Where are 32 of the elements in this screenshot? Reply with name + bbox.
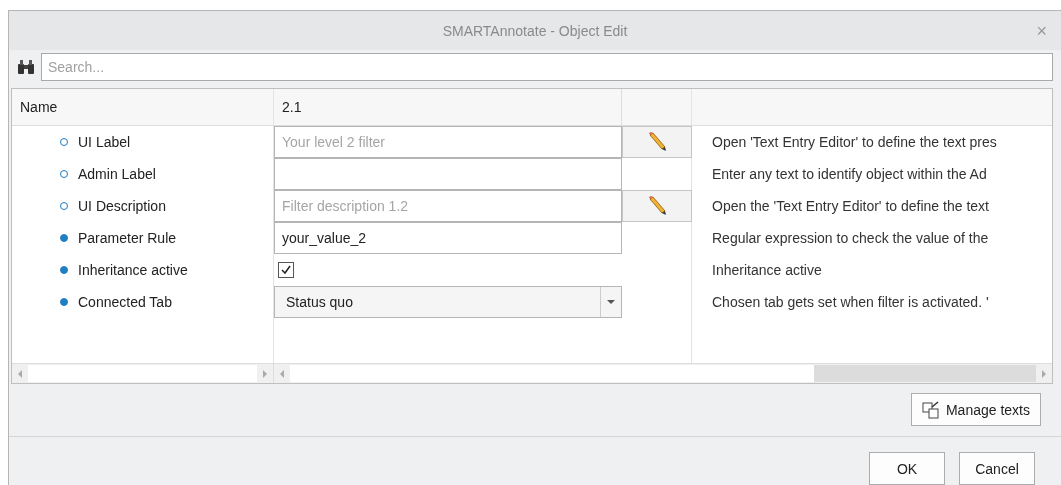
column-header: Name [12,89,274,126]
window-title: SMARTAnnotate - Object Edit [442,22,628,39]
description-text: Inheritance active [711,261,823,281]
ok-button[interactable]: OK [869,452,945,485]
edit-button[interactable] [622,190,692,223]
pencil-icon [646,132,668,153]
description-text: Open 'Text Entry Editor' to define the text pres [711,133,998,153]
binoculars-icon [17,59,35,76]
checkbox[interactable] [278,262,294,279]
description-text: Enter any text to identify object within the Ad [711,165,988,185]
cancel-button[interactable]: Cancel [959,452,1035,485]
description-text: Regular expression to check the value of the [711,229,990,249]
input-field[interactable] [274,158,622,191]
search-field[interactable]: Search... [41,53,1053,82]
property-name: Connected Tab [78,294,172,311]
property-name: Admin Label [78,166,156,183]
pencil-icon [646,196,668,217]
property-name: UI Label [78,134,131,151]
property-name: Parameter Rule [78,230,177,247]
edit-button[interactable] [622,126,692,159]
dropdown[interactable]: Status quo [274,286,622,319]
caret-icon [606,299,616,306]
manage-texts-button[interactable]: Manage texts [910,393,1041,426]
property-name: UI Description [78,198,166,215]
translate-icon [921,400,940,419]
input-field[interactable]: your_value_2 [274,222,622,255]
description-text: Open the 'Text Entry Editor' to define the text [711,197,990,217]
input-field[interactable]: Filter description 1.2 [274,190,622,223]
column-header: 2.1 [274,89,622,126]
input-field[interactable]: Your level 2 filter [274,126,622,159]
property-name: Inheritance active [78,262,188,279]
description-text: Chosen tab gets set when filter is activated. ' [711,293,990,313]
